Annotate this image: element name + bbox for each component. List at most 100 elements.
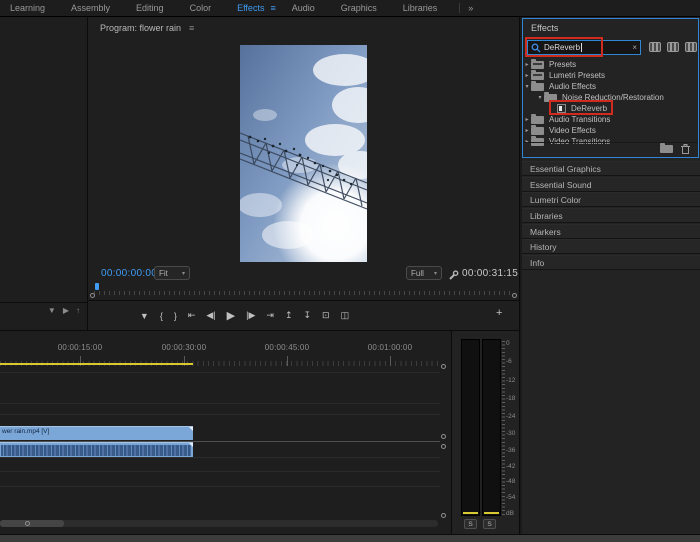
audio-meter-right bbox=[482, 339, 501, 516]
tree-item-label: Audio Effects bbox=[549, 82, 596, 91]
export-frame-icon[interactable]: ⊡ bbox=[322, 310, 330, 321]
clip-end-marker bbox=[189, 443, 193, 447]
panel-menu-icon[interactable]: ≡ bbox=[189, 23, 194, 33]
panel-header-lumetri-color[interactable]: Lumetri Color bbox=[522, 192, 700, 207]
audio-clip[interactable] bbox=[0, 442, 193, 457]
workspace-tab-color[interactable]: Color bbox=[190, 3, 212, 13]
track-divider bbox=[0, 457, 440, 458]
yuv-filter-icon[interactable] bbox=[685, 42, 697, 52]
lift-icon[interactable]: ↥ bbox=[285, 310, 293, 321]
monitor-scroll-right-handle[interactable] bbox=[512, 293, 517, 298]
audio-track-scroll-handle[interactable] bbox=[441, 444, 446, 449]
accelerated-effects-filter-icon[interactable] bbox=[649, 42, 661, 52]
meter-tick-scale bbox=[502, 341, 505, 517]
chevron-right-icon[interactable]: ▸ bbox=[523, 116, 531, 123]
chevron-right-icon[interactable]: ▸ bbox=[523, 72, 531, 79]
workspace-tab-audio[interactable]: Audio bbox=[292, 3, 315, 13]
vertical-scroll-bottom-handle[interactable] bbox=[441, 513, 446, 518]
chevron-down-icon[interactable]: ▾ bbox=[536, 94, 544, 101]
workspace-overflow-icon[interactable]: » bbox=[468, 3, 473, 13]
workspace-tab-learning[interactable]: Learning bbox=[10, 3, 45, 13]
meter-scale-label: -12 bbox=[506, 377, 516, 384]
tree-item-presets[interactable]: ▸ Presets bbox=[523, 58, 698, 70]
chevron-right-icon[interactable]: ▸ bbox=[523, 127, 531, 134]
add-marker-icon[interactable]: ▼ bbox=[140, 311, 149, 321]
track-divider bbox=[0, 471, 440, 472]
workspace-menu-icon[interactable]: ≡ bbox=[270, 3, 275, 13]
ruler-label: 00:00:30:00 bbox=[161, 343, 207, 352]
program-monitor-title[interactable]: Program: flower rain bbox=[100, 23, 181, 33]
step-forward-icon[interactable]: |▶ bbox=[246, 310, 255, 321]
program-monitor-panel: Program: flower rain ≡ 00:00:00:00 Fit ▾… bbox=[88, 17, 520, 330]
video-content-sky-truss bbox=[238, 45, 397, 287]
playback-resolution-select[interactable]: Full ▾ bbox=[406, 266, 442, 280]
vertical-scroll-top-handle[interactable] bbox=[441, 364, 446, 369]
video-track-scroll-handle[interactable] bbox=[441, 434, 446, 439]
scrollbar-handle[interactable] bbox=[0, 520, 64, 527]
tree-item-lumetri-presets[interactable]: ▸ Lumetri Presets bbox=[523, 69, 698, 81]
chevron-down-icon[interactable]: ▾ bbox=[523, 83, 531, 90]
panel-header-label: Markers bbox=[530, 226, 561, 237]
meter-level-indicator bbox=[484, 512, 499, 514]
tree-item-audio-transitions[interactable]: ▸ Audio Transitions bbox=[523, 113, 698, 125]
audio-waveform bbox=[1, 445, 191, 456]
tree-item-audio-effects[interactable]: ▾ Audio Effects bbox=[523, 80, 698, 92]
effects-filter-badges bbox=[649, 42, 697, 52]
go-to-in-icon[interactable]: ⇤ bbox=[188, 310, 196, 321]
clear-search-icon[interactable]: × bbox=[632, 43, 637, 52]
playthrough-icon[interactable]: ▶ bbox=[63, 306, 69, 315]
panel-header-info[interactable]: Info bbox=[522, 255, 700, 270]
monitor-mini-ruler[interactable] bbox=[94, 285, 514, 295]
workspace-tab-effects[interactable]: Effects bbox=[237, 3, 264, 13]
meter-scale-label: dB bbox=[506, 510, 514, 517]
workspace-tab-graphics[interactable]: Graphics bbox=[341, 3, 377, 13]
panel-header-label: Info bbox=[530, 257, 545, 268]
32bit-color-filter-icon[interactable] bbox=[667, 42, 679, 52]
meter-scale-label: 0 bbox=[506, 340, 510, 347]
panel-header-label: Essential Graphics bbox=[530, 163, 601, 174]
meter-scale-label: -54 bbox=[506, 494, 516, 501]
video-clip[interactable]: wer rain.mp4 [V] bbox=[0, 426, 193, 440]
new-custom-bin-icon[interactable] bbox=[660, 142, 673, 153]
premiere-pro-window: Learning Assembly Editing Color Effects … bbox=[0, 0, 700, 542]
mark-in-icon[interactable]: { bbox=[160, 311, 163, 321]
workspace-bar: Learning Assembly Editing Color Effects … bbox=[0, 0, 700, 17]
panel-header-essential-sound[interactable]: Essential Sound bbox=[522, 177, 700, 192]
comparison-view-icon[interactable]: ◫ bbox=[341, 310, 350, 321]
work-area-bar[interactable] bbox=[0, 363, 193, 365]
timeline-panel: 00:00:15:00 00:00:30:00 00:00:45:00 00:0… bbox=[0, 330, 452, 534]
workspace-tab-libraries[interactable]: Libraries bbox=[403, 3, 438, 13]
button-editor-plus-icon[interactable]: + bbox=[496, 307, 502, 319]
clip-end-marker bbox=[189, 427, 193, 431]
tree-item-video-effects[interactable]: ▸ Video Effects bbox=[523, 124, 698, 136]
settings-wrench-icon[interactable] bbox=[448, 268, 459, 286]
filter-funnel-icon[interactable]: ▼ bbox=[48, 306, 56, 315]
current-timecode[interactable]: 00:00:00:00 bbox=[101, 268, 157, 279]
solo-button-right[interactable]: S bbox=[483, 519, 496, 529]
mark-out-icon[interactable]: } bbox=[174, 311, 177, 321]
monitor-playhead[interactable] bbox=[95, 283, 99, 290]
zoom-level-select[interactable]: Fit ▾ bbox=[154, 266, 190, 280]
step-back-icon[interactable]: ◀| bbox=[206, 310, 215, 321]
panel-header-essential-graphics[interactable]: Essential Graphics bbox=[522, 161, 700, 176]
panel-header-libraries[interactable]: Libraries bbox=[522, 208, 700, 223]
play-icon[interactable]: ▶ bbox=[227, 309, 235, 322]
export-icon[interactable]: ↑ bbox=[76, 306, 80, 315]
extract-icon[interactable]: ↧ bbox=[303, 310, 311, 321]
panel-header-markers[interactable]: Markers bbox=[522, 224, 700, 239]
window-bottom-edge bbox=[0, 534, 700, 542]
chevron-right-icon[interactable]: ▸ bbox=[523, 61, 531, 68]
scrollbar-zoom-handle[interactable] bbox=[25, 521, 30, 526]
workspace-tab-editing[interactable]: Editing bbox=[136, 3, 164, 13]
chevron-down-icon: ▾ bbox=[433, 270, 437, 277]
timeline-horizontal-scrollbar[interactable] bbox=[0, 520, 438, 527]
program-monitor-header: Program: flower rain ≡ bbox=[100, 23, 194, 33]
monitor-scroll-left-handle[interactable] bbox=[90, 293, 95, 298]
duration-timecode: 00:00:31:15 bbox=[462, 268, 519, 279]
delete-trash-icon[interactable] bbox=[681, 143, 690, 154]
workspace-tab-assembly[interactable]: Assembly bbox=[71, 3, 110, 13]
solo-button-left[interactable]: S bbox=[464, 519, 477, 529]
panel-header-history[interactable]: History bbox=[522, 239, 700, 254]
effects-panel-title[interactable]: Effects bbox=[531, 23, 558, 33]
go-to-out-icon[interactable]: ⇥ bbox=[266, 310, 274, 321]
